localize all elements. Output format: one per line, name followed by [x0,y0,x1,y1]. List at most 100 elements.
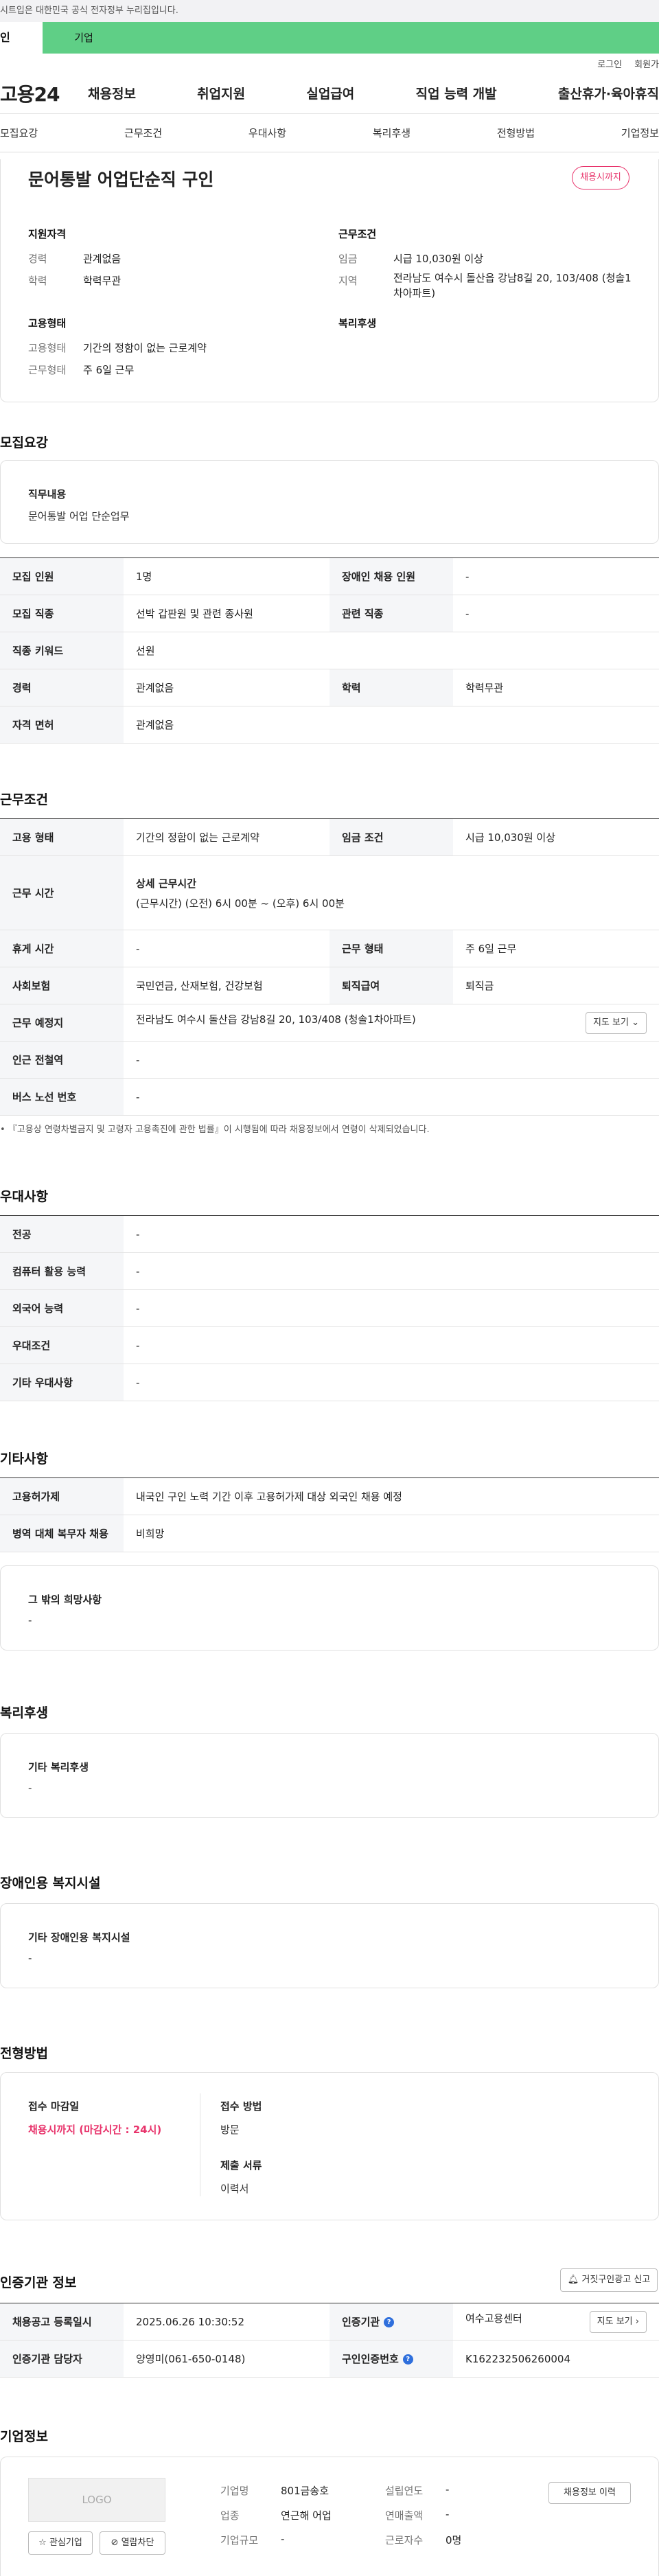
welfare-box: 기타 복리후생 - [0,1733,659,1818]
table-header-cell: 우대조건 [0,1326,124,1364]
table-cell: 1명 [124,557,330,595]
anchor-company[interactable]: 기업정보 [621,126,659,140]
table-header-cell: 학력 [330,669,453,706]
gnb-item-unemployment[interactable]: 실업급여 [306,84,354,102]
table-row: 인증기관 담당자 양영미(061-650-0148) 구인인증번호? K1622… [0,2340,659,2378]
hours-heading: 상세 근무시간 [136,877,197,890]
table-row: 경력 관계없음 학력 학력무관 [0,669,659,706]
table-row: 사회보험 국민연금, 산재보험, 건강보험 퇴직급여 퇴직금 [0,967,659,1004]
table-cell: 비희망 [124,1515,659,1552]
support-heading: 지원자격 [28,228,67,240]
map-button-label: 지도 보기 [597,2316,633,2327]
agency-org-label: 인증기관 [342,2316,380,2328]
gov-banner-text: 시트입은 대한민국 공식 전자정부 누리집입니다. [0,5,178,16]
screening-box: 접수 마감일 채용시까지 (마감시간 : 24시) 접수 방법 방문 제출 서류… [0,2072,659,2220]
main-nav: 고용24 채용정보 취업지원 실업급여 직업 능력 개발 출산휴가·육아휴직 [0,73,659,114]
table-header-cell: 장애인 채용 인원 [330,557,453,595]
conditions-section-title: 근무조건 [0,792,48,807]
table-header-cell: 인증기관 담당자 [0,2340,124,2378]
table-header-cell: 임금 조건 [330,818,453,856]
gnb-item-jobs[interactable]: 채용정보 [88,84,136,102]
founded-value: - [446,2483,450,2496]
table-row: 근무 시간 상세 근무시간 (근무시간) (오전) 6시 00분 ~ (오후) … [0,855,659,930]
tab-individual[interactable]: 인 [0,22,43,54]
welfare-heading: 복리후생 [338,317,377,330]
table-row: 모집 인원 1명 장애인 채용 인원 - [0,557,659,595]
table-cell: 상세 근무시간 (근무시간) (오전) 6시 00분 ~ (오후) 6시 00분 [124,855,659,930]
gnb-item-training[interactable]: 직업 능력 개발 [416,84,497,102]
table-row: 외국어 능력 - [0,1289,659,1327]
table-header-cell: 고용 형태 [0,818,124,856]
block-button-label: 열람차단 [121,2538,154,2548]
bullet-icon: • [0,1125,5,1135]
site-logo[interactable]: 고용24 [0,80,82,107]
table-header-cell: 고용허가제 [0,1477,124,1515]
block-view-button[interactable]: ⊘ 열람차단 [100,2531,165,2555]
interest-company-button[interactable]: ☆ 관심기업 [28,2531,93,2555]
anchor-recruit[interactable]: 모집요강 [0,126,38,140]
recruit-section-title: 모집요강 [0,435,48,450]
table-header-cell: 사회보험 [0,967,124,1004]
workers-value: 0명 [446,2534,462,2546]
anchor-conditions[interactable]: 근무조건 [124,126,162,140]
job-summary-card: 문어통발 어업단순직 구인 채용시까지 지원자격 경력 관계없음 학력 학력무관… [0,159,659,402]
report-button-label: 거짓구인광고 신고 [581,2275,651,2285]
gnb-item-leave[interactable]: 출산휴가·육아휴직 [558,84,659,102]
table-cell: 내국인 구인 노력 기간 이후 고용허가제 대상 외국인 채용 예정 [124,1477,659,1515]
agency-org-value: 여수고용센터 [465,2312,522,2325]
table-header-cell: 근무 시간 [0,855,124,930]
edu-value: 학력무관 [83,275,122,287]
star-icon: ☆ [38,2538,47,2548]
work-place-map-button[interactable]: 지도 보기 ⌄ [585,1011,647,1034]
chevron-right-icon: › [635,2316,639,2327]
emp-heading: 고용형태 [28,317,67,330]
table-row: 자격 면허 관계없음 [0,706,659,744]
wage-label: 임금 [338,253,358,265]
report-false-ad-button[interactable]: 🔔︎ 거짓구인광고 신고 [560,2268,658,2292]
table-cell: 국민연금, 산재보험, 건강보험 [124,967,330,1004]
emptype-value: 기간의 정함이 없는 근로계약 [83,342,207,354]
other-wishes-heading: 그 밖의 희망사항 [28,1594,102,1606]
anchor-screening[interactable]: 전형방법 [497,126,535,140]
table-cell: 전라남도 여수시 돌산읍 강남8길 20, 103/408 (청솔1차아파트) … [124,1004,659,1042]
join-link[interactable]: 회원가 [634,57,659,70]
table-cell: K162232506260004 [453,2340,659,2378]
table-cell: 여수고용센터 지도 보기 › [453,2303,659,2341]
conditions-table: 고용 형태 기간의 정함이 없는 근로계약 임금 조건 시급 10,030원 이… [0,818,659,1116]
table-header-cell: 인증기관? [330,2303,453,2341]
table-cell: 관계없음 [124,706,659,744]
map-button-label: 지도 보기 [592,1017,629,1028]
table-header-cell: 휴게 시간 [0,930,124,967]
gnb-item-employment-support[interactable]: 취업지원 [197,84,245,102]
table-header-cell: 외국어 능력 [0,1289,124,1327]
screening-section-title: 전형방법 [0,2046,48,2061]
welfare-box-heading: 기타 복리후생 [28,1761,89,1773]
screening-docs-value: 이력서 [220,2183,249,2195]
hiring-history-button[interactable]: 채용정보 이력 [548,2482,631,2504]
disabled-box-value: - [28,1952,32,1964]
work-place-value: 전라남도 여수시 돌산읍 강남8길 20, 103/408 (청솔1차아파트) [136,1013,416,1026]
duty-heading: 직무내용 [28,488,67,501]
tab-business[interactable]: 기업 [43,22,125,54]
table-cell: 양영미(061-650-0148) [124,2340,330,2378]
info-icon[interactable]: ? [384,2317,395,2327]
info-icon[interactable]: ? [402,2354,413,2365]
gnb-items: 채용정보 취업지원 실업급여 직업 능력 개발 출산휴가·육아휴직 [82,84,659,102]
anchor-preferences[interactable]: 우대사항 [248,126,286,140]
table-header-cell: 버스 노선 번호 [0,1078,124,1116]
user-type-tabs: 인 기업 [0,22,659,54]
table-header-cell: 근무 형태 [330,930,453,967]
table-header-cell: 컴퓨터 활용 능력 [0,1252,124,1290]
login-link[interactable]: 로그인 [597,57,622,70]
sales-value: - [446,2508,450,2520]
agency-table: 채용공고 등록일시 2025.06.26 10:30:52 인증기관? 여수고용… [0,2303,659,2378]
anchor-welfare[interactable]: 복리후생 [373,126,411,140]
table-row: 기타 우대사항 - [0,1364,659,1401]
welfare-section-title: 복리후생 [0,1705,48,1721]
table-row: 인근 전철역 - [0,1041,659,1079]
section-anchor-nav: 모집요강 근무조건 우대사항 복리후생 전형방법 기업정보 [0,114,659,152]
table-row: 우대조건 - [0,1326,659,1364]
career-value: 관계없음 [83,253,122,265]
duty-box: 직무내용 문어통발 어업 단순업무 [0,460,659,544]
agency-map-button[interactable]: 지도 보기 › [589,2310,647,2333]
